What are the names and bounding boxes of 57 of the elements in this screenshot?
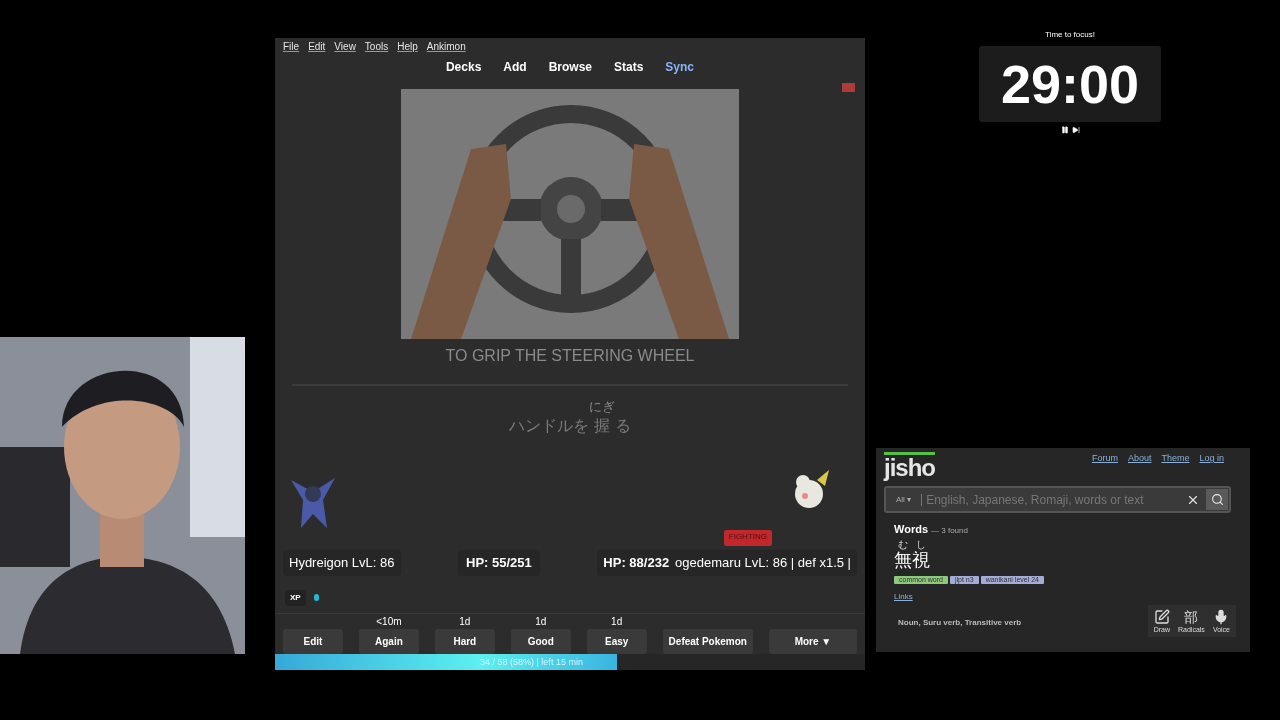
furigana: にぎ bbox=[589, 400, 615, 414]
header-link[interactable]: About bbox=[1127, 452, 1152, 466]
answer-button[interactable]: Good bbox=[510, 628, 571, 654]
results-count: — 3 found bbox=[931, 525, 968, 537]
answer-button[interactable]: More ▼ bbox=[768, 628, 857, 654]
interval-label: <10m bbox=[376, 614, 402, 628]
type-badge: FIGHTING bbox=[723, 530, 772, 546]
search-field[interactable]: All ▾ English, Japanese, Romaji, words or text bbox=[884, 486, 1231, 513]
answer-button[interactable]: Again bbox=[358, 628, 419, 654]
menu-item[interactable]: Ankimon bbox=[426, 39, 466, 54]
menu-item[interactable]: File bbox=[283, 39, 300, 54]
header-link[interactable]: Forum bbox=[1091, 452, 1118, 466]
jisho-logo[interactable]: jisho bbox=[884, 452, 935, 481]
xp-label: XP bbox=[285, 589, 306, 606]
furigana: む bbox=[898, 539, 908, 550]
pause-icon[interactable] bbox=[1060, 126, 1069, 134]
interval-label: 1d bbox=[611, 614, 623, 628]
progress-text: 34 / 58 (58%) | left 15 min bbox=[480, 656, 583, 669]
skip-icon[interactable] bbox=[1071, 126, 1080, 134]
answer-button[interactable]: Edit bbox=[283, 628, 343, 654]
radical-glyph[interactable]: 部 bbox=[1184, 608, 1199, 625]
nav-link[interactable]: Browse bbox=[548, 58, 592, 76]
kanji: 握 bbox=[594, 416, 610, 436]
card-meaning: TO GRIP THE STEERING WHEEL bbox=[445, 346, 695, 366]
menu-item[interactable]: View bbox=[334, 39, 356, 54]
answer-button[interactable]: Hard bbox=[434, 628, 495, 654]
opponent-hp: HP: 88/232 bbox=[603, 554, 670, 572]
search-icon bbox=[1210, 493, 1224, 506]
furigana: し bbox=[916, 539, 926, 550]
interval-label: 1d bbox=[459, 614, 471, 628]
menu-item[interactable]: Tools bbox=[364, 39, 389, 54]
menu-item[interactable]: Edit bbox=[308, 39, 326, 54]
timer-display: 29:00 bbox=[979, 46, 1161, 122]
results-heading: Words bbox=[894, 522, 929, 537]
player-hp: HP: 55/251 bbox=[458, 550, 540, 576]
flag-icon bbox=[842, 83, 855, 92]
answer-button[interactable]: Defeat Pokemon bbox=[662, 628, 753, 654]
card-expression: ハンドルを にぎ 握 る bbox=[509, 400, 631, 438]
timer-label: Time to focus! bbox=[1045, 29, 1095, 41]
nav-link[interactable]: Decks bbox=[445, 58, 482, 76]
menu-item[interactable]: Help bbox=[397, 39, 418, 54]
header-link[interactable]: Log in bbox=[1199, 452, 1224, 466]
player-name: Hydreigon LvL: 86 bbox=[283, 550, 401, 576]
nav-link[interactable]: Stats bbox=[614, 58, 644, 76]
links-link[interactable]: Links bbox=[876, 590, 931, 603]
nav-link[interactable]: Sync bbox=[665, 58, 695, 76]
nav-link[interactable]: Add bbox=[503, 58, 527, 76]
header-link[interactable]: Theme bbox=[1161, 452, 1190, 466]
search-input[interactable]: English, Japanese, Romaji, words or text bbox=[922, 490, 1180, 509]
pen-icon[interactable] bbox=[1153, 608, 1170, 625]
interval-label: 1d bbox=[535, 614, 547, 628]
answer-button[interactable]: Easy bbox=[586, 628, 647, 654]
word-text: 無視 bbox=[893, 549, 931, 570]
search-button[interactable] bbox=[1206, 489, 1228, 510]
opponent-name: ogedemaru LvL: 86 | def x1.5 | bbox=[675, 554, 851, 572]
scope-dropdown[interactable]: All ▾ bbox=[886, 493, 923, 506]
part-of-speech: Noun, Suru verb, Transitive verb bbox=[897, 617, 1022, 629]
